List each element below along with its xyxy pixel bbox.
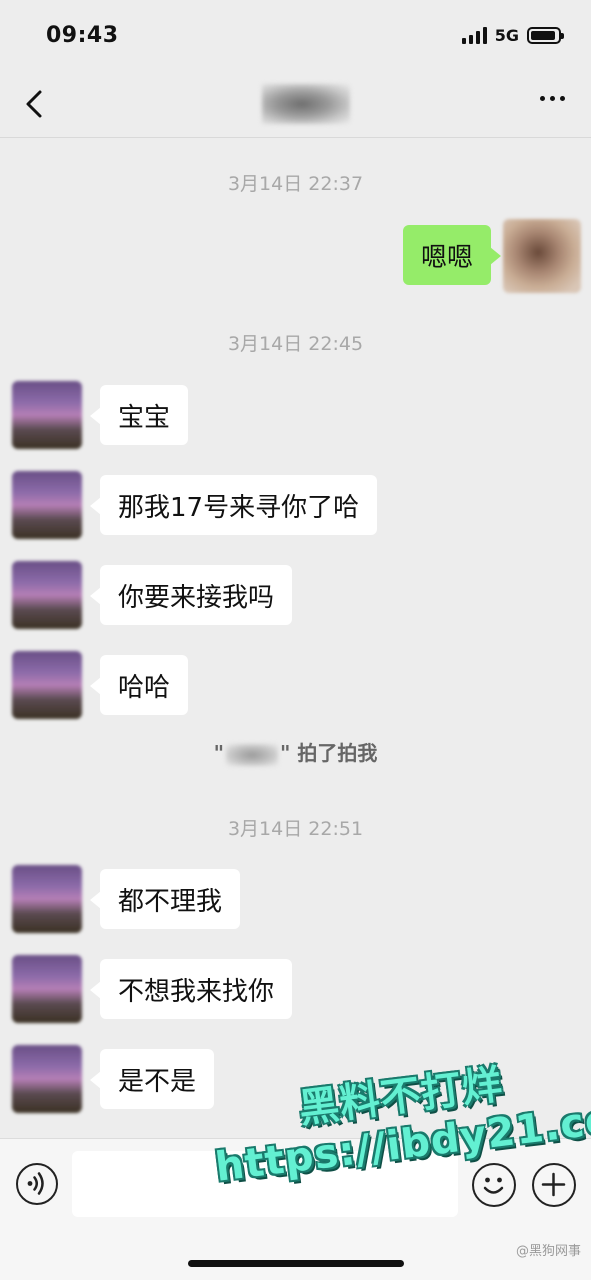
contact-avatar[interactable] bbox=[12, 381, 82, 449]
message-bubble[interactable]: 宝宝 bbox=[89, 385, 189, 445]
status-bar: 09:43 5G bbox=[0, 0, 591, 70]
pat-quote-open: " bbox=[213, 741, 225, 765]
message-row: 都不理我 bbox=[0, 865, 591, 935]
message-bubble[interactable]: 不想我来找你 bbox=[89, 959, 293, 1019]
plus-icon bbox=[541, 1172, 566, 1197]
ellipsis-icon bbox=[540, 96, 545, 101]
signal-icon bbox=[461, 26, 487, 44]
pat-name-blurred bbox=[226, 743, 279, 766]
chat-history[interactable]: 3月14日 22:37 嗯嗯 3月14日 22:45 宝宝 那我17号来寻你了哈… bbox=[0, 139, 591, 1137]
pat-notice: " " 拍了拍我 bbox=[0, 737, 591, 766]
status-time: 09:43 bbox=[46, 22, 119, 48]
timestamp: 3月14日 22:51 bbox=[227, 818, 364, 840]
contact-avatar[interactable] bbox=[12, 651, 82, 719]
message-bubble[interactable]: 是不是 bbox=[89, 1049, 215, 1109]
ellipsis-dot bbox=[550, 96, 555, 101]
voice-button[interactable] bbox=[16, 1163, 58, 1205]
contact-avatar[interactable] bbox=[12, 865, 82, 933]
my-message-bubble[interactable]: 嗯嗯 bbox=[402, 225, 502, 285]
emoji-button[interactable] bbox=[472, 1163, 516, 1207]
message-bubble[interactable]: 你要来接我吗 bbox=[89, 565, 293, 625]
contact-avatar[interactable] bbox=[12, 561, 82, 629]
message-row: 宝宝 bbox=[0, 381, 591, 451]
contact-avatar[interactable] bbox=[12, 1045, 82, 1113]
my-avatar[interactable] bbox=[503, 219, 581, 293]
voice-icon bbox=[27, 1172, 44, 1195]
message-bubble[interactable]: 哈哈 bbox=[89, 655, 189, 715]
back-button[interactable] bbox=[18, 86, 54, 122]
network-type: 5G bbox=[494, 25, 519, 45]
chevron-left-icon bbox=[26, 90, 42, 118]
chat-header bbox=[0, 70, 591, 138]
home-indicator[interactable] bbox=[188, 1260, 404, 1267]
status-indicators: 5G bbox=[461, 25, 564, 45]
contact-name-blurred bbox=[262, 84, 350, 124]
message-row: 不想我来找你 bbox=[0, 955, 591, 1025]
message-row: 你要来接我吗 bbox=[0, 561, 591, 631]
message-bubble[interactable]: 都不理我 bbox=[89, 869, 241, 929]
message-bubble[interactable]: 那我17号来寻你了哈 bbox=[89, 475, 378, 535]
pat-quote-close: " bbox=[280, 741, 291, 765]
ellipsis-dot bbox=[560, 96, 565, 101]
contact-avatar[interactable] bbox=[12, 955, 82, 1023]
timestamp: 3月14日 22:45 bbox=[227, 333, 364, 355]
plus-button[interactable] bbox=[532, 1163, 576, 1207]
weibo-watermark: @黑狗网事 bbox=[515, 1244, 581, 1259]
emoji-icon bbox=[483, 1177, 504, 1194]
battery-icon bbox=[527, 26, 564, 44]
battery-level bbox=[531, 30, 555, 40]
message-row: 哈哈 bbox=[0, 651, 591, 721]
more-options-button[interactable] bbox=[540, 96, 565, 101]
contact-avatar[interactable] bbox=[12, 471, 82, 539]
pat-text: 拍了拍我 bbox=[290, 741, 378, 765]
message-row: 那我17号来寻你了哈 bbox=[0, 471, 591, 541]
timestamp: 3月14日 22:37 bbox=[227, 173, 364, 195]
